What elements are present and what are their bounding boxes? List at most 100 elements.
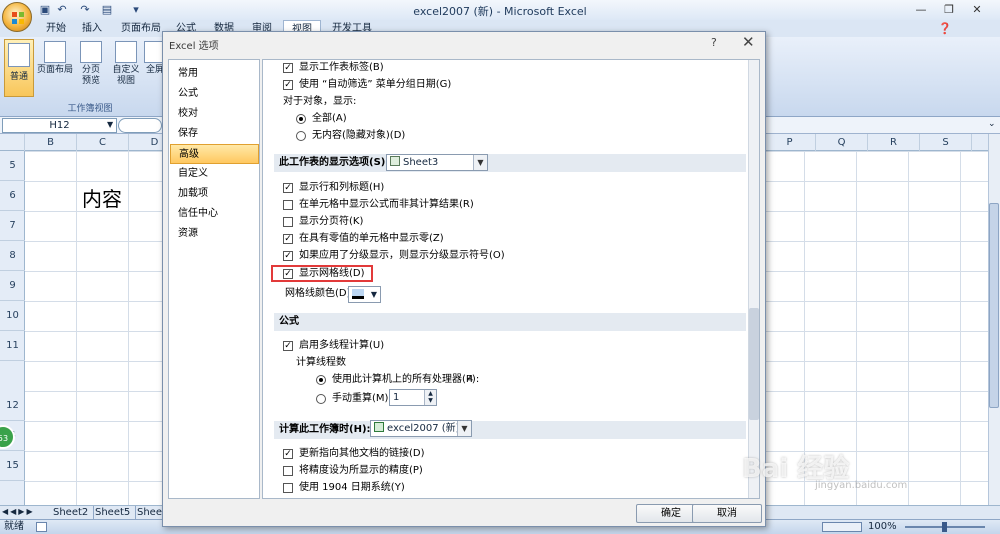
radio-button[interactable] xyxy=(296,114,306,124)
nav-item-advanced[interactable]: 高级 xyxy=(170,144,259,164)
dialog-help-icon[interactable]: ? xyxy=(711,36,717,49)
row-header[interactable]: 8 xyxy=(0,241,25,271)
tab-insert[interactable]: 插入 xyxy=(74,20,110,37)
nav-item-popular[interactable]: 常用 xyxy=(170,64,259,84)
checkbox[interactable] xyxy=(283,466,293,476)
thread-count-stepper[interactable]: 1 ▲ ▼ xyxy=(389,389,437,406)
thread-count-value: 1 xyxy=(393,392,400,403)
checkbox[interactable] xyxy=(283,200,293,210)
option-label: 将精度设为所显示的精度(P) xyxy=(299,465,423,476)
view-shortcuts-icon[interactable] xyxy=(822,522,862,532)
nav-item-customize[interactable]: 自定义 xyxy=(170,164,259,184)
dialog-close-icon[interactable]: ✕ xyxy=(742,33,755,51)
zoom-level[interactable]: 100% xyxy=(868,520,897,534)
minimize-button[interactable]: — xyxy=(912,2,930,17)
redo-icon[interactable]: ↷ xyxy=(78,3,92,16)
stepper-down-icon[interactable]: ▼ xyxy=(424,397,436,405)
formula-bar-handle[interactable] xyxy=(118,118,162,133)
radio-button[interactable] xyxy=(316,375,326,385)
options-scrollbar[interactable] xyxy=(748,60,759,498)
checkbox[interactable]: ✓ xyxy=(283,80,293,90)
sheet-tab[interactable]: Sheet2 xyxy=(48,506,95,520)
normal-view-button[interactable]: 普通 xyxy=(4,39,34,97)
nav-item-save[interactable]: 保存 xyxy=(170,124,259,144)
column-header[interactable]: R xyxy=(868,134,920,151)
row-header[interactable]: 11 xyxy=(0,331,25,361)
tab-home[interactable]: 开始 xyxy=(38,20,74,37)
nav-item-addins[interactable]: 加载项 xyxy=(170,184,259,204)
chevron-down-icon[interactable]: ▼ xyxy=(371,287,377,302)
radio-label: 无内容(隐藏对象)(D) xyxy=(312,130,406,141)
checkbox[interactable] xyxy=(283,217,293,227)
quick-access-icon[interactable]: ▤ xyxy=(100,3,114,16)
option-label: 在单元格中显示公式而非其计算结果(R) xyxy=(299,199,474,210)
zoom-slider-thumb[interactable] xyxy=(942,522,947,532)
normal-view-icon xyxy=(8,43,30,67)
dialog-title: Excel 选项 xyxy=(169,41,219,52)
nav-item-formulas[interactable]: 公式 xyxy=(170,84,259,104)
radio-button[interactable] xyxy=(316,394,326,404)
row-header[interactable]: 5 xyxy=(0,151,25,181)
section-title: 此工作表的显示选项(S): xyxy=(279,157,390,168)
option-label: 显示分页符(K) xyxy=(299,216,364,227)
sheet-tab[interactable]: Sheet5 xyxy=(90,506,137,520)
expand-formula-icon[interactable]: ⌄ xyxy=(988,119,996,129)
help-icon[interactable]: ❓ xyxy=(938,22,952,35)
close-button[interactable]: ✕ xyxy=(968,2,986,17)
checkbox[interactable]: ✓ xyxy=(283,251,293,261)
chevron-down-icon[interactable]: ▼ xyxy=(473,155,487,170)
checkbox[interactable]: ✓ xyxy=(283,234,293,244)
radio-button[interactable] xyxy=(296,131,306,141)
cell-value[interactable]: 内容 xyxy=(82,183,122,212)
select-all[interactable] xyxy=(0,134,25,151)
column-header[interactable]: S xyxy=(920,134,972,151)
cancel-button[interactable]: 取消 xyxy=(692,504,762,523)
workbook-select[interactable]: excel2007 (新).... ▼ xyxy=(370,420,472,437)
option-label: 如果应用了分级显示，则显示分级显示符号(O) xyxy=(299,250,505,261)
section-workbook-calc: 计算此工作簿时(H): xyxy=(274,421,746,439)
sheet-nav-arrows-icon[interactable]: ◀◀▶▶ xyxy=(2,507,35,516)
row-header[interactable]: 15 xyxy=(0,451,25,481)
row-header[interactable]: 7 xyxy=(0,211,25,241)
options-content: ✓ 显示工作表标签(B) ✓ 使用 “自动筛选” 菜单分组日期(G) 对于对象，… xyxy=(262,59,760,499)
column-header[interactable]: B xyxy=(25,134,77,151)
radio-label: 使用此计算机上的所有处理器(P): xyxy=(332,374,480,385)
vertical-scroll-thumb[interactable] xyxy=(989,203,999,408)
checkbox[interactable]: ✓ xyxy=(283,63,293,73)
checkbox[interactable]: ✓ xyxy=(283,183,293,193)
custom-views-button[interactable]: 自定义 视图 xyxy=(111,41,141,87)
row-header[interactable]: 12 xyxy=(0,391,25,421)
sheet-select[interactable]: Sheet3 ▼ xyxy=(386,154,488,171)
status-ready: 就绪 xyxy=(4,521,24,532)
checkbox[interactable]: ✓ xyxy=(283,341,293,351)
checkbox[interactable]: ✓ xyxy=(283,449,293,459)
namebox-dropdown-icon[interactable]: ▼ xyxy=(107,120,113,129)
customize-qat-icon[interactable]: ▾ xyxy=(129,3,143,16)
nav-item-trust-center[interactable]: 信任中心 xyxy=(170,204,259,224)
undo-icon[interactable]: ↶ xyxy=(55,3,69,16)
column-header[interactable]: P xyxy=(764,134,816,151)
nav-item-proofing[interactable]: 校对 xyxy=(170,104,259,124)
options-scroll-thumb[interactable] xyxy=(749,308,759,420)
row-header[interactable]: 6 xyxy=(0,181,25,211)
page-break-label: 分页 预览 xyxy=(81,65,100,86)
chevron-down-icon[interactable]: ▼ xyxy=(457,421,471,436)
page-layout-view-button[interactable]: 页面布局 xyxy=(37,41,73,76)
column-header[interactable]: Q xyxy=(816,134,868,151)
title-bar: excel2007 (新) - Microsoft Excel ▣ ↶ ↷ ▤ … xyxy=(0,0,1000,20)
restore-button[interactable]: ❐ xyxy=(940,2,958,17)
section-title: 计算此工作簿时(H): xyxy=(279,424,371,435)
column-header[interactable]: C xyxy=(77,134,129,151)
macro-record-icon[interactable] xyxy=(36,522,47,532)
name-box[interactable]: H12 xyxy=(2,118,117,133)
row-header[interactable]: 9 xyxy=(0,271,25,301)
office-button[interactable] xyxy=(2,2,32,32)
tab-page-layout[interactable]: 页面布局 xyxy=(113,20,169,37)
save-icon[interactable]: ▣ xyxy=(38,3,52,16)
checkbox[interactable] xyxy=(283,483,293,493)
gridline-color-picker[interactable]: ▼ xyxy=(348,286,381,303)
excel-options-dialog: Excel 选项 ? ✕ 常用 公式 校对 保存 高级 自定义 加载项 信任中心… xyxy=(162,31,766,527)
row-header[interactable]: 10 xyxy=(0,301,25,331)
page-break-preview-button[interactable]: 分页 预览 xyxy=(76,41,106,87)
nav-item-resources[interactable]: 资源 xyxy=(170,224,259,244)
